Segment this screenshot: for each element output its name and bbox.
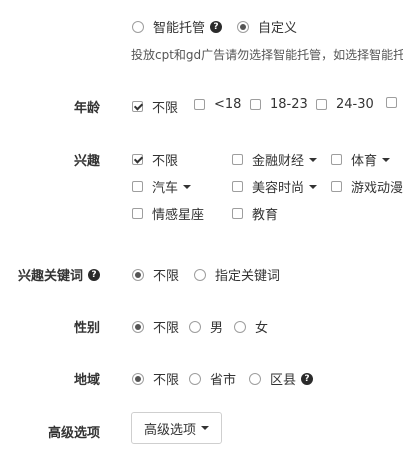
interest-beauty-label: 美容时尚	[252, 181, 305, 196]
chevron-down-icon[interactable]	[183, 184, 192, 189]
region-option-province[interactable]: 省市	[189, 369, 236, 388]
interest-education-label: 教育	[252, 208, 279, 223]
gender-label: 性别	[73, 321, 100, 336]
gender-female-label: 女	[255, 321, 269, 336]
keywords-option-any[interactable]: 不限	[132, 265, 179, 284]
age-lt18-label: <18	[214, 97, 242, 112]
placement-smart-radio[interactable]	[132, 20, 144, 33]
age-option-lt18[interactable]: <18	[194, 97, 241, 112]
interest-games-label: 游戏动漫	[351, 181, 403, 196]
chevron-down-icon[interactable]	[309, 184, 318, 189]
age-lt18-checkbox[interactable]	[194, 99, 205, 110]
interest-label: 兴趣	[73, 154, 100, 169]
placement-hint: 投放cpt和gd广告请勿选择智能托管，如选择智能托	[131, 48, 403, 62]
gender-option-male[interactable]: 男	[189, 317, 223, 336]
region-district-label: 区县	[270, 373, 297, 388]
region-district-radio[interactable]	[249, 372, 261, 385]
age-label: 年龄	[73, 101, 100, 116]
keywords-specified-label: 指定关键词	[215, 269, 281, 284]
gender-option-any[interactable]: 不限	[132, 317, 179, 336]
interest-option-games[interactable]: 游戏动漫	[331, 177, 403, 196]
interest-finance-checkbox[interactable]	[232, 154, 243, 165]
keywords-any-label: 不限	[153, 269, 180, 284]
age-24-30-checkbox[interactable]	[316, 99, 327, 110]
keywords-option-specified[interactable]: 指定关键词	[194, 265, 280, 284]
age-18-23-label: 18-23	[270, 97, 308, 112]
help-icon[interactable]: ?	[210, 20, 223, 33]
chevron-down-icon[interactable]	[382, 157, 391, 162]
placement-option-smart[interactable]: 智能托管 ?	[132, 17, 223, 36]
region-option-any[interactable]: 不限	[132, 369, 179, 388]
age-more-checkbox[interactable]	[386, 97, 397, 108]
region-province-radio[interactable]	[189, 372, 201, 385]
interest-any-label: 不限	[152, 154, 179, 169]
region-province-label: 省市	[210, 373, 237, 388]
help-icon[interactable]: ?	[301, 372, 314, 385]
placement-custom-label: 自定义	[258, 21, 298, 36]
placement-option-custom[interactable]: 自定义	[237, 17, 297, 36]
interest-sports-checkbox[interactable]	[331, 154, 342, 165]
interest-sports-label: 体育	[351, 154, 378, 169]
gender-male-label: 男	[210, 321, 224, 336]
interest-keywords-label-group: 兴趣关键词 ?	[0, 265, 100, 284]
interest-keywords-label: 兴趣关键词	[17, 269, 83, 284]
gender-option-female[interactable]: 女	[234, 317, 268, 336]
interest-emotion-label: 情感星座	[152, 208, 205, 223]
interest-finance-label: 金融财经	[252, 154, 305, 169]
age-18-23-checkbox[interactable]	[250, 99, 261, 110]
region-option-district[interactable]: 区县 ?	[249, 369, 314, 388]
gender-female-radio[interactable]	[234, 320, 246, 333]
interest-emotion-checkbox[interactable]	[132, 208, 143, 219]
interest-education-checkbox[interactable]	[232, 208, 243, 219]
interest-auto-checkbox[interactable]	[132, 181, 143, 192]
age-option-more[interactable]	[386, 97, 397, 112]
keywords-any-radio[interactable]	[132, 268, 144, 281]
age-any-checkbox[interactable]	[132, 101, 143, 112]
keywords-specified-radio[interactable]	[194, 268, 206, 281]
interest-beauty-checkbox[interactable]	[232, 181, 243, 192]
gender-any-radio[interactable]	[132, 320, 144, 333]
interest-option-education[interactable]: 教育	[232, 204, 278, 223]
interest-option-auto[interactable]: 汽车	[132, 177, 192, 196]
interest-option-finance[interactable]: 金融财经	[232, 150, 318, 169]
interest-option-any[interactable]: 不限	[132, 150, 178, 169]
advanced-options-button[interactable]: 高级选项	[131, 412, 223, 444]
help-icon[interactable]: ?	[88, 268, 100, 281]
age-option-any[interactable]: 不限	[132, 97, 178, 116]
interest-any-checkbox[interactable]	[132, 154, 143, 165]
interest-option-beauty[interactable]: 美容时尚	[232, 177, 318, 196]
age-option-18-23[interactable]: 18-23	[250, 97, 308, 112]
chevron-down-icon[interactable]	[309, 157, 318, 162]
interest-option-emotion[interactable]: 情感星座	[132, 204, 204, 223]
age-any-label: 不限	[152, 101, 179, 116]
advanced-label: 高级选项	[47, 426, 100, 441]
placement-smart-label: 智能托管	[153, 21, 206, 36]
placement-custom-radio[interactable]	[237, 20, 249, 33]
region-any-label: 不限	[153, 373, 180, 388]
interest-option-sports[interactable]: 体育	[331, 150, 391, 169]
interest-games-checkbox[interactable]	[331, 181, 342, 192]
interest-auto-label: 汽车	[152, 181, 179, 196]
gender-male-radio[interactable]	[189, 320, 201, 333]
chevron-down-icon	[201, 426, 210, 430]
region-any-radio[interactable]	[132, 372, 144, 385]
region-label: 地域	[73, 373, 100, 388]
age-24-30-label: 24-30	[336, 97, 374, 112]
gender-any-label: 不限	[153, 321, 180, 336]
advanced-options-button-label: 高级选项	[144, 422, 197, 438]
age-option-24-30[interactable]: 24-30	[316, 97, 374, 112]
